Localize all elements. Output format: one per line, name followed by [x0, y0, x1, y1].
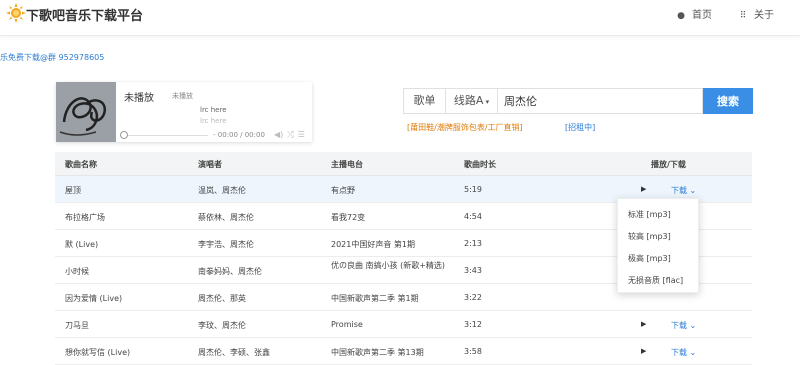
download-button[interactable]: 下载 ⌄	[671, 347, 696, 358]
song-singer: 周杰伦、那英	[198, 294, 246, 303]
player-time: - 00:00 / 00:00	[213, 131, 265, 139]
player-artist: 未播放	[172, 92, 193, 100]
notice-text: 乐免费下载@群 952978605	[0, 53, 105, 62]
nav-home-link[interactable]: ● 首页	[676, 6, 712, 21]
chevron-down-icon: ▾	[483, 98, 490, 106]
header-radio: 主播电台	[331, 160, 363, 169]
menu-item-lossless[interactable]: 无损音质 [flac]	[628, 275, 683, 286]
song-duration: 3:43	[464, 266, 482, 275]
play-icon[interactable]: ▶	[641, 320, 646, 328]
play-icon[interactable]: ▶	[641, 347, 646, 355]
song-name: 刀马旦	[65, 321, 89, 330]
table-row[interactable]: 刀马旦 李玟、周杰伦 Promise 3:12 ▶ 下载 ⌄	[55, 311, 752, 338]
album-cover	[56, 82, 116, 142]
song-name: 布拉格广场	[65, 213, 105, 222]
download-label: 下载	[671, 321, 687, 330]
home-circle-icon: ●	[677, 11, 685, 21]
song-radio: 看我72变	[331, 213, 366, 222]
song-duration: 3:58	[464, 347, 482, 356]
download-quality-menu: 标准 [mp3] 较高 [mp3] 极高 [mp3] 无损音质 [flac]	[617, 198, 699, 293]
song-duration: 5:19	[464, 185, 482, 194]
song-duration: 3:22	[464, 293, 482, 302]
nav-about-link[interactable]: ⠿ 关于	[738, 6, 774, 21]
table-header: 歌曲名称 演唱者 主播电台 歌曲时长 播放/下载	[55, 152, 752, 176]
song-radio: 2021中国好声音 第1期	[331, 240, 415, 249]
play-icon[interactable]: ▶	[641, 185, 646, 193]
sun-logo-icon	[6, 3, 26, 23]
song-radio: Promise	[331, 320, 363, 329]
menu-item-standard[interactable]: 标准 [mp3]	[628, 209, 671, 220]
source-line-select[interactable]: 线路A ▾	[446, 89, 498, 113]
song-singer: 蔡依林、周杰伦	[198, 213, 254, 222]
download-label: 下载	[671, 186, 687, 195]
download-button[interactable]: 下载 ⌄	[671, 185, 696, 196]
ad-link-shoes[interactable]: [莆田鞋/潮牌服饰包表/工厂直销]	[407, 122, 523, 133]
chevron-down-icon: ⌄	[687, 186, 697, 195]
progress-handle[interactable]	[120, 131, 128, 139]
volume-icon[interactable]: ◀)	[274, 130, 283, 139]
search-box: 歌单 线路A ▾	[403, 88, 703, 114]
download-label: 下载	[671, 348, 687, 357]
menu-item-high[interactable]: 较高 [mp3]	[628, 231, 671, 242]
cover-art-icon	[56, 82, 116, 142]
song-singer: 周杰伦、李硕、张鑫	[198, 348, 270, 357]
song-radio: 有点野	[331, 186, 355, 195]
grid-icon: ⠿	[739, 11, 747, 21]
song-radio: 优の良曲 南搞小孩 (新歌+精选)	[331, 261, 446, 270]
nav-home-label: 首页	[692, 10, 712, 21]
chevron-down-icon: ⌄	[687, 348, 697, 357]
song-duration: 2:13	[464, 239, 482, 248]
search-input[interactable]	[498, 89, 702, 113]
search-type-select[interactable]: 歌单	[404, 89, 446, 113]
song-singer: 李玟、周杰伦	[198, 321, 246, 330]
song-singer: 李宇浩、周杰伦	[198, 240, 254, 249]
top-bar: 下歌吧音乐下载平台 ● 首页 ⠿ 关于	[0, 0, 800, 36]
ad-link-rent[interactable]: [招租中]	[565, 122, 595, 133]
song-radio: 中国新歌声第二季 第13期	[331, 348, 424, 357]
song-radio: 中国新歌声第二季 第1期	[331, 294, 419, 303]
song-name: 因为爱情 (Live)	[65, 294, 123, 303]
search-button[interactable]: 搜索	[703, 88, 753, 114]
lyric-line: lrc here	[200, 106, 227, 114]
lyric-line-next: lrc here	[200, 117, 227, 125]
player-controls: ◀) ⤮ ☰	[274, 130, 309, 140]
header-singer: 演唱者	[198, 160, 222, 169]
app-title[interactable]: 下歌吧音乐下载平台	[26, 5, 143, 24]
menu-item-very-high[interactable]: 极高 [mp3]	[628, 253, 671, 264]
song-singer: 南拳妈妈、周杰伦	[198, 267, 262, 276]
header-duration: 歌曲时长	[464, 160, 496, 169]
song-name: 屋顶	[65, 186, 81, 195]
music-player: 未播放 未播放 lrc here lrc here - 00:00 / 00:0…	[56, 82, 312, 142]
song-duration: 4:54	[464, 212, 482, 221]
nav-about-label: 关于	[754, 10, 774, 21]
song-name: 默 (Live)	[65, 240, 99, 249]
song-name: 想你就写信 (Live)	[65, 348, 131, 357]
shuffle-icon[interactable]: ⤮	[287, 130, 293, 139]
source-line-label: 线路A	[453, 94, 484, 107]
progress-bar[interactable]	[128, 135, 208, 136]
playlist-icon[interactable]: ☰	[298, 130, 305, 139]
player-title: 未播放	[124, 93, 154, 104]
chevron-down-icon: ⌄	[687, 321, 697, 330]
song-duration: 3:12	[464, 320, 482, 329]
song-name: 小时候	[65, 267, 89, 276]
table-row[interactable]: 想你就写信 (Live) 周杰伦、李硕、张鑫 中国新歌声第二季 第13期 3:5…	[55, 338, 752, 365]
download-button[interactable]: 下载 ⌄	[671, 320, 696, 331]
song-singer: 温岚、周杰伦	[198, 186, 246, 195]
header-song-name: 歌曲名称	[65, 160, 97, 169]
header-play-download: 播放/下载	[651, 160, 686, 169]
